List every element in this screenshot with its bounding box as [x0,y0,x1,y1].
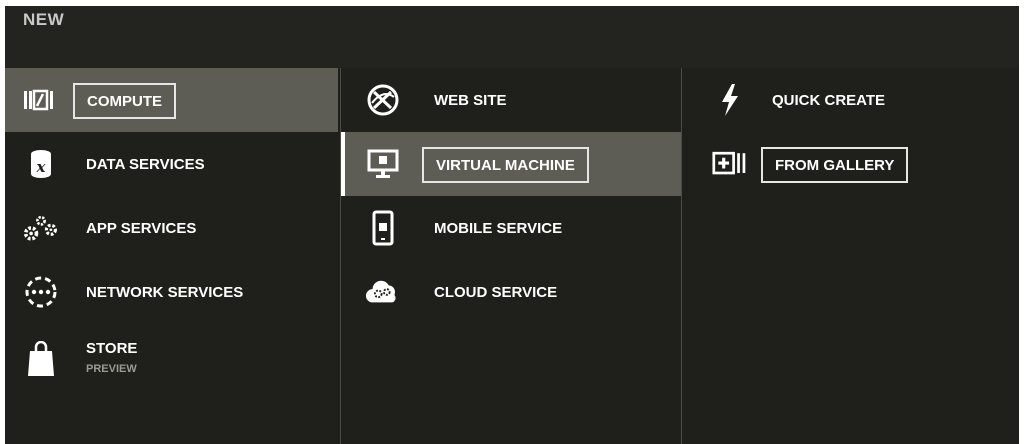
compute-item-web-site[interactable]: WEB SITE [341,68,681,132]
category-label: DATA SERVICES [86,156,205,173]
shopping-bag-icon [23,341,59,376]
vm-option-label: FROM GALLERY [761,147,909,183]
svg-text:x: x [36,158,47,176]
category-column: COMPUTE x DATA SERVICES APP SERVICES NET… [5,68,338,444]
vm-option-quick-create[interactable]: QUICK CREATE [682,68,1020,132]
compute-item-label: WEB SITE [434,92,507,109]
category-data-services[interactable]: x DATA SERVICES [5,132,338,196]
category-label: APP SERVICES [86,220,197,237]
compute-item-virtual-machine[interactable]: VIRTUAL MACHINE [341,132,681,196]
dialog-header: NEW [5,6,1019,68]
gears-icon [23,211,59,245]
category-store[interactable]: STORE PREVIEW [5,324,338,388]
database-icon: x [23,147,59,181]
compute-icon [23,83,59,117]
lightning-icon [712,83,748,117]
globe-icon [365,83,401,117]
category-compute[interactable]: COMPUTE [5,68,338,132]
compute-item-label: VIRTUAL MACHINE [422,147,589,183]
compute-item-label: CLOUD SERVICE [434,284,558,301]
compute-item-label: MOBILE SERVICE [434,220,563,237]
monitor-icon [365,147,401,181]
compute-item-mobile-service[interactable]: MOBILE SERVICE [341,196,681,260]
cloud-icon [365,275,401,309]
compute-column: WEB SITE VIRTUAL MACHINE MOBILE SERVICE … [340,68,681,444]
new-dialog: NEW COMPUTE x DATA SERVICES APP SERVICES… [5,6,1019,444]
category-label: COMPUTE [73,83,176,119]
category-label: STORE [86,340,138,357]
vm-options-column: QUICK CREATE FROM GALLERY [681,68,1020,444]
category-network-services[interactable]: NETWORK SERVICES [5,260,338,324]
network-icon [23,275,59,309]
category-sublabel: PREVIEW [86,363,137,375]
mobile-icon [365,210,401,246]
vm-option-label: QUICK CREATE [772,92,886,109]
category-label: NETWORK SERVICES [86,284,244,301]
dialog-title: NEW [23,10,65,29]
compute-item-cloud-service[interactable]: CLOUD SERVICE [341,260,681,324]
vm-option-from-gallery[interactable]: FROM GALLERY [682,132,1020,196]
category-app-services[interactable]: APP SERVICES [5,196,338,260]
selection-indicator [341,132,345,196]
gallery-add-icon [712,147,748,181]
